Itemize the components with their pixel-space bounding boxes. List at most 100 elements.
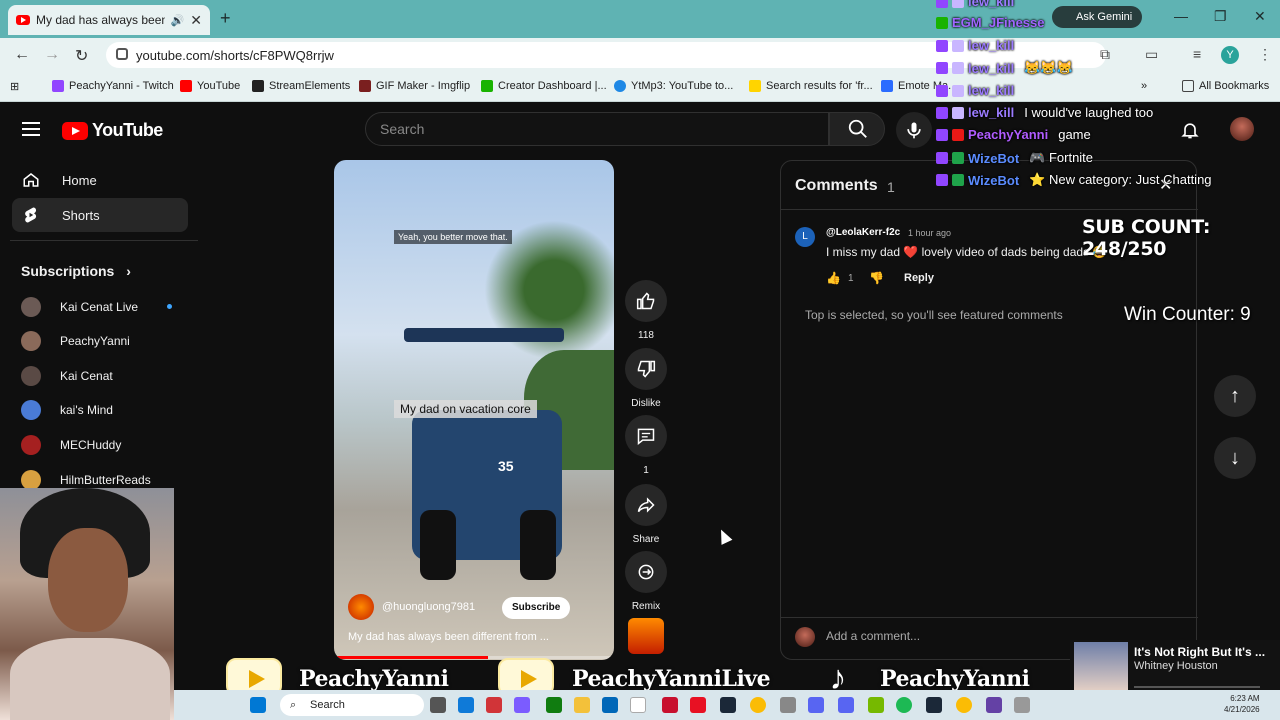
shorts-video-player[interactable]: Yeah, you better move that. My dad on va… [334, 160, 614, 660]
spotify-icon[interactable] [896, 697, 912, 713]
edge-icon[interactable] [458, 697, 474, 713]
file-explorer-icon[interactable] [574, 697, 590, 713]
hamburger-menu-icon[interactable] [22, 122, 40, 136]
subscription-name: MECHuddy [60, 438, 122, 452]
search-input[interactable]: Search [365, 112, 829, 146]
youtube-logo[interactable]: YouTube [62, 120, 163, 141]
windows-start-icon[interactable] [250, 697, 266, 713]
bookmark-0[interactable]: PeachyYanni - Twitch [52, 80, 174, 92]
subscription-name: Kai Cenat Live [60, 300, 139, 314]
share-button[interactable]: Share [625, 484, 667, 545]
commenter-avatar[interactable]: L [795, 227, 815, 247]
steam-icon[interactable] [926, 697, 942, 713]
search-button[interactable] [829, 112, 885, 146]
subscription-item[interactable]: PeachyYanni [21, 331, 130, 351]
close-tab-icon[interactable]: ✕ [190, 12, 202, 29]
back-icon[interactable]: ← [14, 46, 30, 64]
site-info-icon[interactable] [116, 48, 128, 60]
dislike-button[interactable]: Dislike [625, 348, 667, 409]
steam-icon[interactable] [720, 697, 736, 713]
video-title[interactable]: My dad has always been different from ..… [348, 631, 549, 643]
store-icon[interactable] [602, 697, 618, 713]
channel-avatar [21, 470, 41, 490]
channel-avatar [21, 297, 41, 317]
remix-circle [625, 551, 667, 593]
browser-profile-avatar[interactable]: Y [1221, 46, 1239, 64]
commenter-name[interactable]: @LeolaKerr-f2c [826, 227, 900, 238]
bookmark-3[interactable]: GIF Maker - Imgflip [359, 80, 470, 92]
taskbar-clock[interactable]: 6:23 AM 4/21/2026 [1224, 693, 1260, 715]
chrome-icon[interactable] [956, 697, 972, 713]
speaker-icon[interactable]: 🔊 [171, 14, 185, 27]
like-circle [625, 280, 667, 322]
sidebar-item-shorts[interactable]: Shorts [12, 198, 188, 232]
shorts-icon [25, 207, 37, 223]
app-icon[interactable] [986, 697, 1002, 713]
new-tab-button[interactable]: + [220, 8, 231, 29]
search-favicon-icon [749, 80, 761, 92]
all-bookmarks[interactable]: All Bookmarks [1182, 80, 1269, 92]
taskbar-search[interactable]: ⌕ Search [280, 694, 424, 716]
like-button[interactable]: 118 [625, 280, 667, 341]
browser-menu-icon[interactable]: ⋮ [1258, 46, 1272, 63]
task-view-icon[interactable] [430, 697, 446, 713]
sidebar-item-home[interactable]: Home [12, 163, 188, 197]
video-channel-avatar[interactable] [348, 594, 374, 620]
subscription-item[interactable]: Kai Cenat Live [21, 297, 172, 317]
add-comment-input[interactable]: Add a comment... [826, 629, 920, 643]
subscription-item[interactable]: kai's Mind [21, 400, 113, 420]
notifications-button[interactable] [1180, 119, 1200, 146]
webcam-body [10, 638, 170, 720]
bookmark-5[interactable]: YtMp3: YouTube to... [614, 80, 733, 92]
subscription-item[interactable]: Kai Cenat [21, 366, 113, 386]
xbox-icon[interactable] [546, 697, 562, 713]
bookmark-label: YouTube [197, 80, 241, 92]
app-icon[interactable] [690, 697, 706, 713]
settings-icon[interactable] [1014, 697, 1030, 713]
menu-list-icon[interactable]: ≡ [1193, 46, 1201, 62]
settings-icon[interactable] [780, 697, 796, 713]
app-icon[interactable] [808, 697, 824, 713]
ask-gemini-button[interactable]: Ask Gemini [1052, 6, 1143, 28]
subscriptions-heading[interactable]: Subscriptions › [21, 263, 131, 279]
bookmark-1[interactable]: YouTube [180, 80, 240, 92]
apps-icon[interactable]: ⊞ [10, 80, 19, 93]
comments-count: 1 [887, 179, 895, 195]
next-short-button[interactable]: ↓ [1214, 437, 1256, 479]
document-icon[interactable] [630, 697, 646, 713]
extensions-icon[interactable]: ⧉ [1100, 46, 1110, 63]
subscription-item[interactable]: HilmButterReads [21, 470, 151, 490]
sound-thumbnail[interactable] [628, 618, 664, 654]
window-close-icon[interactable]: ✕ [1254, 8, 1266, 25]
comments-button[interactable]: 1 [625, 415, 667, 476]
subscribe-button[interactable]: Subscribe [502, 597, 571, 619]
video-channel-name[interactable]: @huongluong7981 [382, 601, 475, 613]
remix-button[interactable]: Remix [625, 551, 667, 612]
subscription-item[interactable]: MECHuddy [21, 435, 121, 455]
nvidia-icon[interactable] [868, 697, 884, 713]
more-bookmarks-icon[interactable]: » [1141, 80, 1147, 92]
bookmark-2[interactable]: StreamElements [252, 80, 350, 92]
bookmark-6[interactable]: Search results for 'fr... [749, 80, 873, 92]
subscriptions-label: Subscriptions [21, 263, 115, 279]
minimize-icon[interactable]: — [1174, 8, 1188, 24]
teams-icon[interactable] [514, 697, 530, 713]
reload-icon[interactable]: ↻ [75, 46, 88, 66]
app-icon[interactable] [486, 697, 502, 713]
comment-like-icon[interactable]: 👍 [826, 271, 841, 285]
bookmark-4[interactable]: Creator Dashboard |... [481, 80, 607, 92]
previous-short-button[interactable]: ↑ [1214, 375, 1256, 417]
adobe-icon[interactable] [662, 697, 678, 713]
account-avatar[interactable] [1230, 117, 1254, 141]
chrome-icon[interactable] [750, 697, 766, 713]
restore-icon[interactable]: ❐ [1214, 8, 1227, 25]
chat-username: EGM_JFinesse [952, 15, 1045, 30]
taskbar-search-label: Search [310, 699, 345, 711]
forward-icon[interactable]: → [44, 46, 60, 64]
voice-search-button[interactable] [896, 112, 932, 148]
cast-icon[interactable]: ▭ [1145, 46, 1158, 63]
reply-button[interactable]: Reply [904, 272, 934, 284]
browser-tab-active[interactable]: My dad has always been dif 🔊 ✕ [8, 5, 210, 35]
discord-icon[interactable] [838, 697, 854, 713]
comment-dislike-icon[interactable]: 👎 [869, 271, 884, 285]
